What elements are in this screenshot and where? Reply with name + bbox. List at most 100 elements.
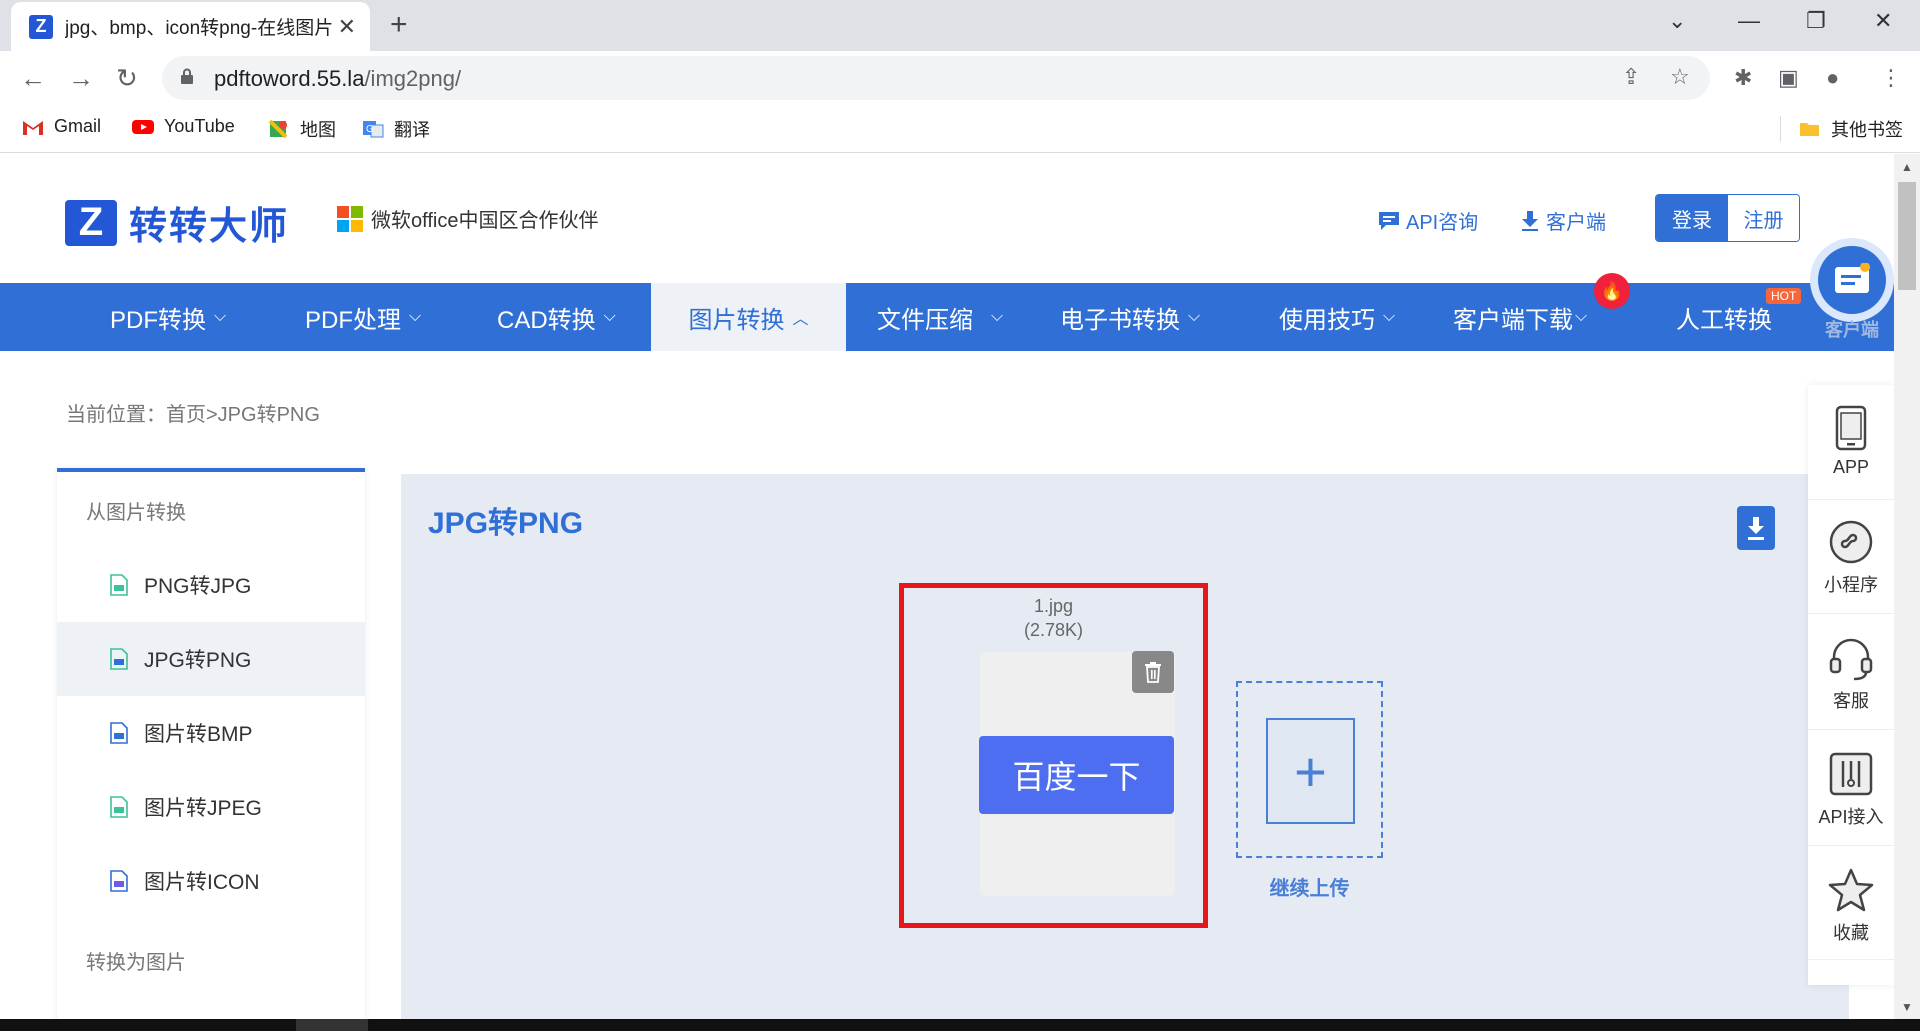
sidebar-item-png-to-jpg[interactable]: PNG转JPG [57,548,365,622]
sidebar-item-image-to-icon[interactable]: 图片转ICON [57,844,365,918]
rightbar-favorite[interactable]: 收藏 [1808,847,1894,957]
nav-image-convert[interactable]: 图片转换 ︿ [651,283,846,351]
other-bookmarks[interactable]: 其他书签 [1780,116,1903,142]
new-tab-icon[interactable]: + [390,8,408,42]
headset-icon [1829,638,1873,681]
browser-toolbar: ← → ↻ pdftoword.55.la/img2png/ ⇪ ☆ ✱ ▣ ●… [0,51,1920,105]
nav-pdf-process[interactable]: PDF处理 ⌵ [305,283,421,351]
sidebar-item-image-to-jpeg[interactable]: 图片转JPEG [57,770,365,844]
gmail-icon [23,120,43,135]
breadcrumb: 当前位置：首页>JPG转PNG [66,404,320,426]
api-chip-icon [1829,752,1873,796]
download-icon [1522,210,1538,231]
right-tool-bar: APP 小程序 客服 API接入 收藏 [1808,385,1894,985]
folder-icon [1800,123,1819,136]
chevron-down-icon: ⌵ [603,308,616,325]
nav-tips[interactable]: 使用技巧 ⌵ [1279,283,1395,351]
login-button[interactable]: 登录 [1656,195,1728,241]
continue-upload-label[interactable]: 继续上传 [1236,872,1383,901]
url-text: pdftoword.55.la/img2png/ [214,66,462,91]
continue-upload-box[interactable]: + [1236,681,1383,858]
panel-title: JPG转PNG [428,507,584,540]
browser-tabstrip: Z jpg、bmp、icon转png-在线图片 ✕ + ⌄ — ❐ ✕ [0,0,1920,51]
client-app-icon [1835,263,1870,293]
close-window-icon[interactable]: ✕ [1874,8,1892,34]
bookmark-youtube[interactable]: YouTube [132,116,235,137]
fire-icon: 🔥 [1594,273,1630,309]
maps-icon [268,120,288,138]
sidebar-group-from-image: 从图片转换 [86,502,186,524]
floating-client-label: 客户端 [1825,320,1879,340]
register-button[interactable]: 注册 [1728,195,1799,241]
rightbar-api-access[interactable]: API接入 [1808,731,1894,841]
os-taskbar [0,1019,1920,1031]
auth-buttons: 登录 注册 [1655,194,1800,242]
floating-client-button[interactable]: 客户端 [1810,238,1894,348]
nav-ebook-convert[interactable]: 电子书转换 ⌵ [1060,283,1200,351]
menu-icon[interactable]: ⋮ [1880,65,1902,91]
partner-badge: 微软office中国区合作伙伴 [337,204,598,233]
taskbar-item[interactable] [296,1019,368,1031]
share-icon[interactable]: ⇪ [1622,64,1640,90]
bookmark-gmail[interactable]: Gmail [22,116,101,137]
divider [1808,845,1894,846]
download-icon [1748,517,1764,540]
chevron-down-icon: ⌵ [991,308,1004,325]
bookmark-star-icon[interactable]: ☆ [1670,64,1690,90]
bookmark-translate[interactable]: G 翻译 [362,116,430,142]
lock-icon [181,68,193,84]
image-file-icon [110,722,128,744]
site-logo[interactable]: Z 转转大师 [65,195,289,250]
address-bar[interactable]: pdftoword.55.la/img2png/ ⇪ ☆ [162,56,1710,100]
plus-icon: + [1266,718,1355,824]
forward-icon[interactable]: → [68,63,94,94]
minimize-icon[interactable]: — [1738,8,1760,34]
nav-client-download[interactable]: 客户端下载 ⌵ [1453,283,1587,351]
chevron-down-icon: ⌵ [409,308,422,325]
logo-text: 转转大师 [129,206,290,248]
phone-icon [1835,405,1867,451]
back-icon[interactable]: ← [20,63,46,94]
bookmarks-bar: Gmail YouTube 地图 G 翻译 其他书签 [0,105,1920,153]
rightbar-customer-service[interactable]: 客服 [1808,615,1894,725]
page-scrollbar[interactable]: ▲ ▼ [1894,154,1920,1019]
youtube-icon [132,119,154,134]
scroll-down-icon[interactable]: ▼ [1901,1000,1913,1014]
extensions-icon[interactable]: ✱ [1734,65,1752,91]
chat-icon [1379,211,1399,230]
chevron-down-icon: ⌵ [1575,308,1588,325]
tab-title: jpg、bmp、icon转png-在线图片 [65,18,334,39]
bookmark-maps[interactable]: 地图 [268,116,336,142]
sidebar-item-jpg-to-png[interactable]: JPG转PNG [57,622,365,696]
logo-mark: Z [65,199,117,246]
divider [1808,613,1894,614]
close-tab-icon[interactable]: ✕ [338,14,356,40]
download-button[interactable] [1737,506,1775,550]
nav-cad-convert[interactable]: CAD转换 ⌵ [497,283,616,351]
rightbar-mini-program[interactable]: 小程序 [1808,499,1894,609]
divider [1808,729,1894,730]
sidebar-item-image-to-bmp[interactable]: 图片转BMP [57,696,365,770]
reload-icon[interactable]: ↻ [116,63,138,94]
rightbar-app[interactable]: APP [1808,385,1894,495]
image-file-icon [110,574,128,596]
hot-badge: HOT [1766,288,1802,304]
nav-manual-convert[interactable]: 人工转换 [1676,283,1772,351]
browser-tab[interactable]: Z jpg、bmp、icon转png-在线图片 ✕ [11,2,370,51]
nav-pdf-convert[interactable]: PDF转换 ⌵ [110,283,226,351]
scroll-up-icon[interactable]: ▲ [1901,160,1913,174]
api-consult-link[interactable]: API咨询 [1378,206,1478,235]
sidebar: 从图片转换 PNG转JPG JPG转PNG 图片转BMP 图片转JPEG 图片转… [57,468,365,1019]
side-panel-icon[interactable]: ▣ [1778,65,1799,91]
client-download-link[interactable]: 客户端 [1520,206,1606,235]
site-favicon: Z [29,14,53,39]
star-icon [1828,868,1874,912]
scrollbar-thumb[interactable] [1898,182,1916,290]
nav-file-compress[interactable]: 文件压缩 ⌵ [877,283,1003,351]
restore-icon[interactable]: ❐ [1806,8,1826,34]
sidebar-group-to-image: 转换为图片 [86,952,186,974]
chevron-down-icon: ⌵ [1188,308,1201,325]
divider [1808,959,1894,960]
tab-search-icon[interactable]: ⌄ [1668,8,1686,34]
profile-icon[interactable]: ● [1826,65,1839,91]
